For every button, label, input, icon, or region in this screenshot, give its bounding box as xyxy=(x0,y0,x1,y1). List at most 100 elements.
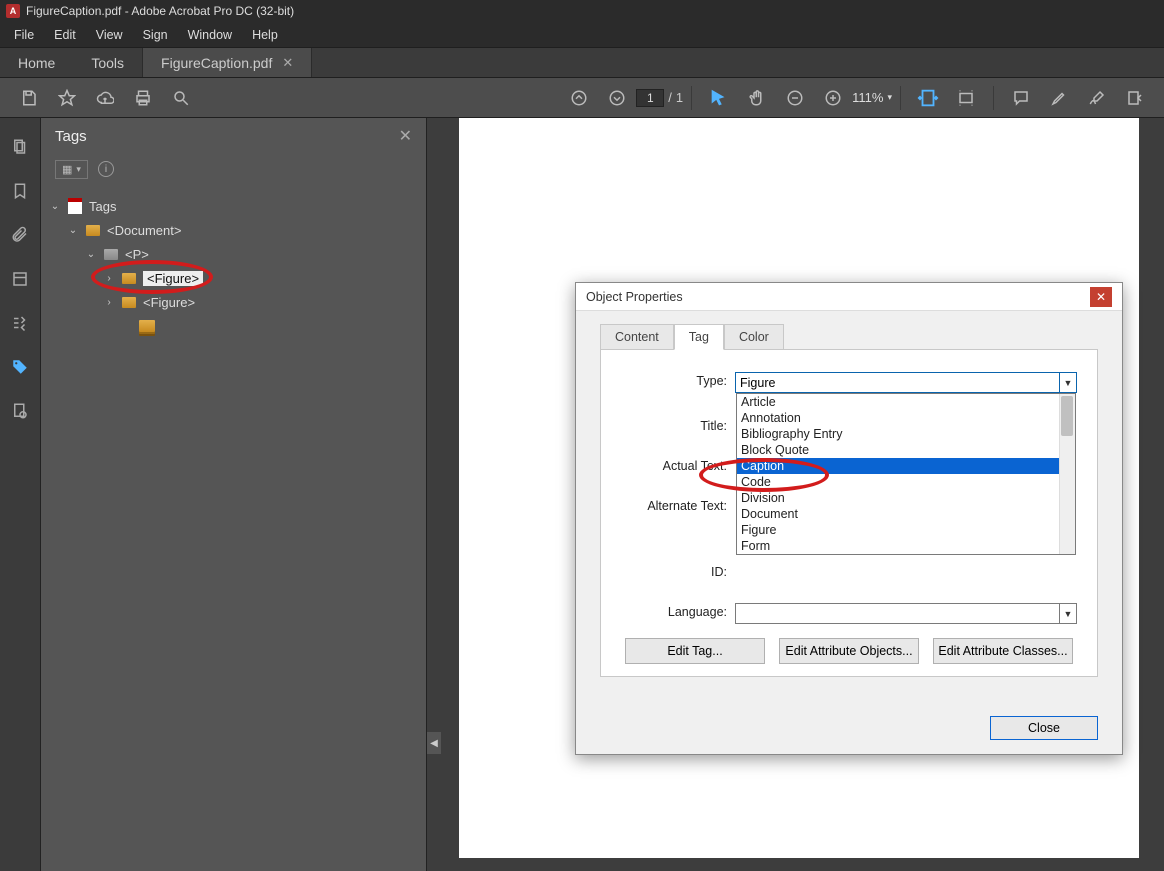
tree-content-row[interactable] xyxy=(49,314,418,338)
tab-tools[interactable]: Tools xyxy=(73,48,143,77)
tab-document-label: FigureCaption.pdf xyxy=(161,55,272,71)
dialog-tab-tag[interactable]: Tag xyxy=(674,324,724,350)
type-option[interactable]: Division xyxy=(737,490,1075,506)
star-icon[interactable] xyxy=(54,85,80,111)
tags-panel: Tags ✕ ▦▾ i ⌄ Tags ⌄ <Document> ⌄ <P> xyxy=(41,118,427,871)
zoom-dropdown[interactable]: 111% ▾ xyxy=(852,90,892,105)
tab-tools-label: Tools xyxy=(91,55,124,71)
type-option[interactable]: Annotation xyxy=(737,410,1075,426)
order-panel-icon[interactable] xyxy=(9,312,31,334)
toolbar-separator xyxy=(691,86,692,110)
type-option[interactable]: Code xyxy=(737,474,1075,490)
zoom-out-icon[interactable] xyxy=(782,85,808,111)
main-toolbar: / 1 111% ▾ xyxy=(0,78,1164,118)
chevron-down-icon[interactable]: ⌄ xyxy=(67,225,79,236)
label-actual-text: Actual Text: xyxy=(621,457,727,473)
tags-options-menu[interactable]: ▦▾ xyxy=(55,160,88,179)
panel-close-icon[interactable]: ✕ xyxy=(399,126,412,146)
page-up-icon[interactable] xyxy=(566,85,592,111)
content-panel-icon[interactable] xyxy=(9,268,31,290)
type-option-selected[interactable]: Caption xyxy=(737,458,1075,474)
fit-width-icon[interactable] xyxy=(915,85,941,111)
highlight-icon[interactable] xyxy=(1046,85,1072,111)
tags-panel-icon[interactable] xyxy=(9,356,31,378)
selection-arrow-icon[interactable] xyxy=(706,85,732,111)
menu-file[interactable]: File xyxy=(4,24,44,46)
edit-attribute-classes-button[interactable]: Edit Attribute Classes... xyxy=(933,638,1073,664)
window-titlebar: A FigureCaption.pdf - Adobe Acrobat Pro … xyxy=(0,0,1164,22)
label-title: Title: xyxy=(621,417,727,433)
menu-view[interactable]: View xyxy=(86,24,133,46)
edit-attribute-objects-button[interactable]: Edit Attribute Objects... xyxy=(779,638,919,664)
save-icon[interactable] xyxy=(16,85,42,111)
more-tools-icon[interactable] xyxy=(1122,85,1148,111)
edit-tag-button[interactable]: Edit Tag... xyxy=(625,638,765,664)
scrollbar-thumb[interactable] xyxy=(1061,396,1073,436)
acrobat-app-icon: A xyxy=(6,4,20,18)
thumbnails-icon[interactable] xyxy=(9,136,31,158)
type-value: Figure xyxy=(740,376,775,390)
page-indicator: / 1 xyxy=(636,89,683,107)
dialog-button-row: Edit Tag... Edit Attribute Objects... Ed… xyxy=(601,638,1097,664)
hand-pan-icon[interactable] xyxy=(744,85,770,111)
content-stack-icon xyxy=(139,320,155,332)
language-combobox[interactable]: ▼ xyxy=(735,603,1077,624)
bookmarks-icon[interactable] xyxy=(9,180,31,202)
dialog-title: Object Properties xyxy=(586,290,683,304)
sign-icon[interactable] xyxy=(1084,85,1110,111)
type-option[interactable]: Figure xyxy=(737,522,1075,538)
chevron-right-icon[interactable]: › xyxy=(103,273,115,284)
type-option[interactable]: Bibliography Entry xyxy=(737,426,1075,442)
zoom-in-icon[interactable] xyxy=(820,85,846,111)
comment-icon[interactable] xyxy=(1008,85,1034,111)
type-option[interactable]: Form xyxy=(737,538,1075,554)
info-icon[interactable]: i xyxy=(98,161,114,177)
menu-sign[interactable]: Sign xyxy=(133,24,178,46)
tree-figure1-label: <Figure> xyxy=(143,271,203,286)
attachments-icon[interactable] xyxy=(9,224,31,246)
zoom-value: 111% xyxy=(852,90,883,105)
fit-page-icon[interactable] xyxy=(953,85,979,111)
tags-panel-toolbar: ▦▾ i xyxy=(41,154,426,184)
dialog-tab-content[interactable]: Content xyxy=(600,324,674,350)
print-icon[interactable] xyxy=(130,85,156,111)
page-down-icon[interactable] xyxy=(604,85,630,111)
tree-document-row[interactable]: ⌄ <Document> xyxy=(49,218,418,242)
close-button[interactable]: Close xyxy=(990,716,1098,740)
tree-figure2-row[interactable]: › <Figure> xyxy=(49,290,418,314)
tree-root-label: Tags xyxy=(89,199,116,214)
chevron-down-icon[interactable]: ▼ xyxy=(1059,373,1076,392)
type-option[interactable]: Document xyxy=(737,506,1075,522)
type-option[interactable]: Article xyxy=(737,394,1075,410)
tag-folder-icon xyxy=(122,297,136,308)
tree-figure1-row[interactable]: › <Figure> xyxy=(49,266,418,290)
type-combobox[interactable]: Figure ▼ Article Annotation Bibliography… xyxy=(735,372,1077,393)
tags-tree: ⌄ Tags ⌄ <Document> ⌄ <P> › <Figure> › xyxy=(41,184,426,348)
tree-root-row[interactable]: ⌄ Tags xyxy=(49,194,418,218)
chevron-down-icon[interactable]: ⌄ xyxy=(49,201,61,212)
dialog-tab-color[interactable]: Color xyxy=(724,324,784,350)
tab-close-icon[interactable]: ✕ xyxy=(282,55,293,71)
dropdown-scrollbar[interactable] xyxy=(1059,394,1075,554)
panel-collapse-icon[interactable]: ◀ xyxy=(427,732,441,754)
menu-edit[interactable]: Edit xyxy=(44,24,86,46)
tree-p-row[interactable]: ⌄ <P> xyxy=(49,242,418,266)
menu-window[interactable]: Window xyxy=(178,24,242,46)
label-id: ID: xyxy=(621,563,727,579)
menu-help[interactable]: Help xyxy=(242,24,288,46)
chevron-right-icon[interactable]: › xyxy=(103,297,115,308)
tab-document[interactable]: FigureCaption.pdf ✕ xyxy=(143,48,312,77)
tab-home[interactable]: Home xyxy=(0,48,73,77)
cloud-upload-icon[interactable] xyxy=(92,85,118,111)
chevron-down-icon[interactable]: ⌄ xyxy=(85,249,97,260)
chevron-down-icon[interactable]: ▼ xyxy=(1059,604,1076,623)
dialog-close-icon[interactable]: ✕ xyxy=(1090,287,1112,307)
page-current-input[interactable] xyxy=(636,89,664,107)
dialog-titlebar[interactable]: Object Properties ✕ xyxy=(576,283,1122,311)
type-option[interactable]: Block Quote xyxy=(737,442,1075,458)
pdf-icon xyxy=(68,198,82,214)
accessibility-report-icon[interactable] xyxy=(9,400,31,422)
dialog-tabs: Content Tag Color xyxy=(600,323,1122,349)
find-icon[interactable] xyxy=(168,85,194,111)
window-title: FigureCaption.pdf - Adobe Acrobat Pro DC… xyxy=(26,4,294,18)
